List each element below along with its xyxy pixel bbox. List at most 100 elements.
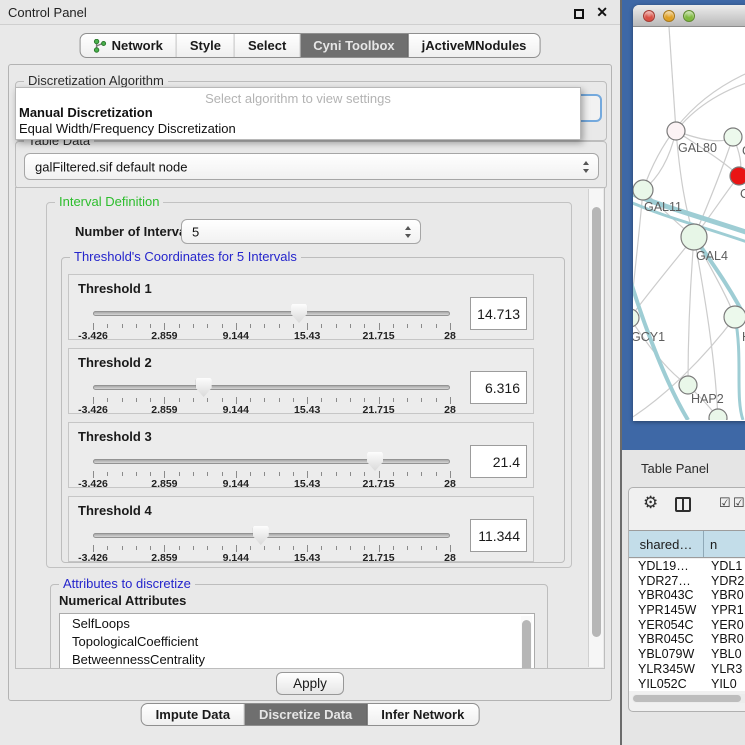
scrollbar-thumb[interactable]: [633, 695, 741, 702]
scrollbar-thumb[interactable]: [592, 207, 601, 637]
settings-scrollpane: Interval Definition Number of Intervals …: [15, 187, 605, 669]
tick-mark: [122, 546, 123, 550]
settings-scrollbar[interactable]: [588, 189, 603, 667]
tick-mark: [264, 472, 265, 476]
tab-style[interactable]: Style: [177, 34, 235, 57]
tick-mark: [293, 324, 294, 328]
network-canvas[interactable]: GAL80GALCGAL11GAL4GCY1HHAP2: [633, 27, 745, 420]
table-row[interactable]: YBR043CYBR0: [629, 588, 745, 603]
threshold-slider[interactable]: [93, 451, 450, 471]
table-row[interactable]: YDL19…YDL1: [629, 559, 745, 574]
tab-impute-data[interactable]: Impute Data: [142, 704, 245, 725]
threshold-slider[interactable]: [93, 377, 450, 397]
tab-cyni-toolbox[interactable]: Cyni Toolbox: [300, 34, 408, 57]
tick-mark: [150, 472, 151, 476]
dropdown-option[interactable]: Equal Width/Frequency Discretization: [16, 121, 580, 137]
table-row[interactable]: YBL079WYBL0: [629, 647, 745, 662]
slider-thumb[interactable]: [367, 452, 383, 471]
tab-infer-network[interactable]: Infer Network: [367, 704, 478, 725]
slider-thumb[interactable]: [253, 526, 269, 545]
attributes-list-scrollbar[interactable]: [521, 616, 532, 669]
network-node[interactable]: [724, 128, 742, 146]
attributes-group: Attributes to discretize Numerical Attri…: [50, 584, 548, 669]
attribute-item[interactable]: TopologicalCoefficient: [60, 632, 534, 650]
control-panel-titlebar[interactable]: Control Panel ✕: [0, 0, 620, 25]
apply-button[interactable]: Apply: [276, 672, 344, 695]
tick-mark: [436, 398, 437, 402]
table-row[interactable]: YER054CYER0: [629, 618, 745, 633]
checkbox-icon[interactable]: ☑: [733, 495, 745, 511]
table-row[interactable]: YIL052CYIL0: [629, 677, 745, 692]
tab-label: Cyni Toolbox: [313, 38, 394, 53]
panel-title: Control Panel: [8, 5, 87, 20]
table-cell: YBR0: [704, 588, 745, 603]
slider-thumb[interactable]: [196, 378, 212, 397]
network-node[interactable]: [633, 309, 639, 327]
tab-jactivemnodules[interactable]: jActiveMNodules: [409, 34, 540, 57]
table-cell: YLR3: [704, 662, 745, 677]
table-data-group: Table Data galFiltered.sif default node: [15, 141, 607, 189]
table-row[interactable]: YPR145WYPR1: [629, 603, 745, 618]
network-node[interactable]: [724, 306, 745, 328]
threshold-value-field[interactable]: 11.344: [470, 519, 527, 552]
table-row[interactable]: YLR345WYLR3: [629, 662, 745, 677]
threshold-label: Threshold 4: [78, 503, 152, 518]
tick-mark: [436, 324, 437, 328]
number-of-intervals-combobox[interactable]: 5: [181, 219, 421, 244]
network-graph: GAL80GALCGAL11GAL4GCY1HHAP2: [633, 27, 745, 420]
threshold-value-field[interactable]: 21.4: [470, 445, 527, 478]
network-view-frame: GAL80GALCGAL11GAL4GCY1HHAP2: [622, 0, 745, 450]
table-panel: Table Panel ⚙ ☑ ☑ shared… n YDL19…YDL1YD…: [622, 450, 745, 745]
threshold-value-field[interactable]: 6.316: [470, 371, 527, 404]
network-node[interactable]: [681, 224, 707, 250]
zoom-traffic-light[interactable]: [683, 10, 695, 22]
table-row[interactable]: YDR27…YDR2: [629, 574, 745, 589]
tab-discretize-data[interactable]: Discretize Data: [245, 704, 367, 725]
attribute-item[interactable]: SelfLoops: [60, 614, 534, 632]
float-icon[interactable]: [574, 9, 584, 19]
table-data-combobox[interactable]: galFiltered.sif default node: [24, 153, 599, 180]
network-node[interactable]: [730, 167, 745, 185]
threshold-label: Threshold 2: [78, 355, 152, 370]
node-label: HAP2: [691, 392, 724, 406]
right-panel: GAL80GALCGAL11GAL4GCY1HHAP2 Table Panel …: [620, 0, 745, 745]
attributes-list[interactable]: SelfLoopsTopologicalCoefficientBetweenne…: [59, 613, 535, 669]
tab-select[interactable]: Select: [235, 34, 300, 57]
column-header[interactable]: shared…: [629, 531, 704, 557]
close-traffic-light[interactable]: [643, 10, 655, 22]
tick-label: 2.859: [151, 330, 177, 342]
gear-icon[interactable]: ⚙: [643, 493, 658, 513]
split-view-icon[interactable]: [675, 497, 691, 512]
tab-network[interactable]: Network: [81, 34, 177, 57]
table-cell: YDR2: [704, 574, 745, 589]
tick-label: 28: [444, 404, 456, 416]
tab-label: Infer Network: [381, 707, 464, 722]
close-icon[interactable]: ✕: [596, 4, 608, 21]
network-node[interactable]: [633, 180, 653, 200]
tick-label: 28: [444, 552, 456, 564]
tick-mark: [264, 324, 265, 328]
dropdown-option[interactable]: Manual Discretization: [16, 105, 580, 121]
column-header[interactable]: n: [704, 531, 745, 557]
attribute-item[interactable]: BetweennessCentrality: [60, 650, 534, 668]
threshold-slider[interactable]: [93, 303, 450, 323]
network-window[interactable]: GAL80GALCGAL11GAL4GCY1HHAP2: [633, 5, 745, 421]
tab-label: Style: [190, 38, 221, 53]
checkbox-icon[interactable]: ☑: [719, 495, 731, 511]
tick-label: 15.43: [294, 330, 320, 342]
tick-mark: [350, 546, 351, 550]
threshold-slider[interactable]: [93, 525, 450, 545]
table-hscrollbar[interactable]: [632, 694, 745, 703]
table-row[interactable]: YBR045CYBR0: [629, 632, 745, 647]
minimize-traffic-light[interactable]: [663, 10, 675, 22]
tick-mark: [293, 472, 294, 476]
threshold-row: Threshold 3 -3.4262.8599.14415.4321.7152…: [68, 422, 534, 488]
slider-thumb[interactable]: [291, 304, 307, 323]
threshold-value-field[interactable]: 14.713: [470, 297, 527, 330]
scrollbar-thumb[interactable]: [522, 620, 531, 669]
network-node[interactable]: [667, 122, 685, 140]
tick-mark: [421, 546, 422, 550]
network-window-titlebar[interactable]: [633, 5, 745, 27]
node-label: C: [740, 187, 745, 201]
tick-mark: [364, 324, 365, 328]
